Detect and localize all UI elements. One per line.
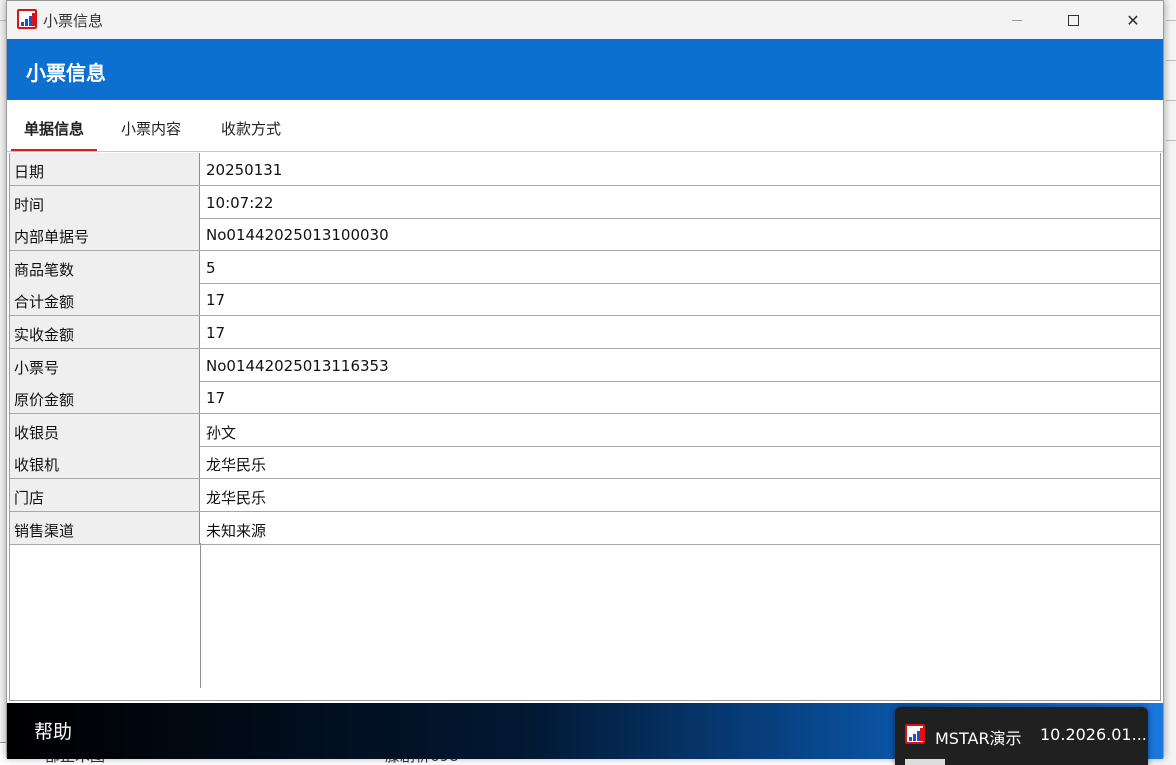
field-label: 门店 [10,479,200,511]
bg-gridline [1166,20,1176,21]
bg-gridline [1166,140,1176,141]
field-label: 日期 [10,153,200,185]
help-button[interactable]: 帮助 [34,717,72,744]
table-row: 门店 龙华民乐 [10,479,1160,512]
receipt-info-grid: 日期 20250131 时间 10:07:22 内部单据号 No0144202501310… [9,153,1161,701]
close-icon: ✕ [1126,10,1140,30]
app-logo-icon [17,9,37,29]
table-row: 合计金额 17 [10,283,1160,317]
table-row: 收银员 孙文 [10,413,1160,447]
table-row: 小票号 No01442025013116353 [10,348,1160,382]
field-label: 实收金额 [10,316,200,348]
maximize-icon [1067,14,1079,26]
field-value[interactable]: No01442025013116353 [201,349,1160,381]
taskbar-app-label: MSTAR演示 [935,729,1022,748]
maximize-button[interactable] [1047,1,1099,39]
table-row: 原价金额 17 [10,381,1160,415]
taskbar-version-text: 10.2026.01... [1040,725,1147,744]
field-value[interactable]: 龙华民乐 [201,446,1160,478]
field-value[interactable]: 17 [201,381,1160,413]
tab-receipt-content[interactable]: 小票内容 [121,118,181,151]
minimize-button[interactable] [991,1,1043,39]
taskbar-preview[interactable]: MSTAR演示 10.2026.01... [895,707,1148,765]
table-row: 商品笔数 5 [10,250,1160,284]
field-label: 销售渠道 [10,511,200,544]
page-title: 小票信息 [26,61,106,85]
table-row: 时间 10:07:22 [10,185,1160,219]
app-logo-icon [905,724,925,744]
header-bar: 小票信息 [7,39,1163,100]
field-value[interactable]: 17 [201,283,1160,315]
window-title: 小票信息 [43,12,104,30]
taskbar-thumbnail [905,759,945,765]
bg-gridline [1166,100,1176,101]
grid-column-divider [200,543,201,688]
table-row: 日期 20250131 [10,153,1160,186]
tab-payment-method[interactable]: 收款方式 [221,118,281,151]
field-value[interactable]: 孙文 [201,414,1160,446]
tab-document-info[interactable]: 单据信息 [11,118,97,151]
field-label: 小票号 [10,348,200,381]
field-label: 收银机 [10,446,200,479]
field-value[interactable]: 17 [201,316,1160,348]
receipt-info-dialog: 小票信息 ✕ 小票信息 单据信息 小票内容 收款方式 日期 20250131 时间 1… [6,0,1164,759]
field-value[interactable]: 未知来源 [201,512,1160,544]
tab-bar: 单据信息 小票内容 收款方式 [7,100,1163,152]
field-value[interactable]: 10:07:22 [201,186,1160,218]
field-label: 内部单据号 [10,218,200,251]
field-label: 原价金额 [10,381,200,414]
field-label: 合计金额 [10,283,200,316]
table-row: 实收金额 17 [10,316,1160,349]
table-row: 收银机 龙华民乐 [10,446,1160,480]
minimize-icon [1012,19,1022,21]
field-value[interactable]: 5 [201,251,1160,283]
field-label: 时间 [10,185,200,218]
table-row: 内部单据号 No01442025013100030 [10,218,1160,252]
bg-gridline [1166,60,1176,61]
title-bar[interactable]: 小票信息 ✕ [7,1,1163,39]
table-row: 销售渠道 未知来源 [10,511,1160,545]
close-button[interactable]: ✕ [1107,1,1159,39]
field-value[interactable]: 龙华民乐 [201,479,1160,511]
field-value[interactable]: No01442025013100030 [201,218,1160,250]
field-value[interactable]: 20250131 [201,153,1160,185]
field-label: 商品笔数 [10,250,200,283]
field-label: 收银员 [10,413,200,446]
